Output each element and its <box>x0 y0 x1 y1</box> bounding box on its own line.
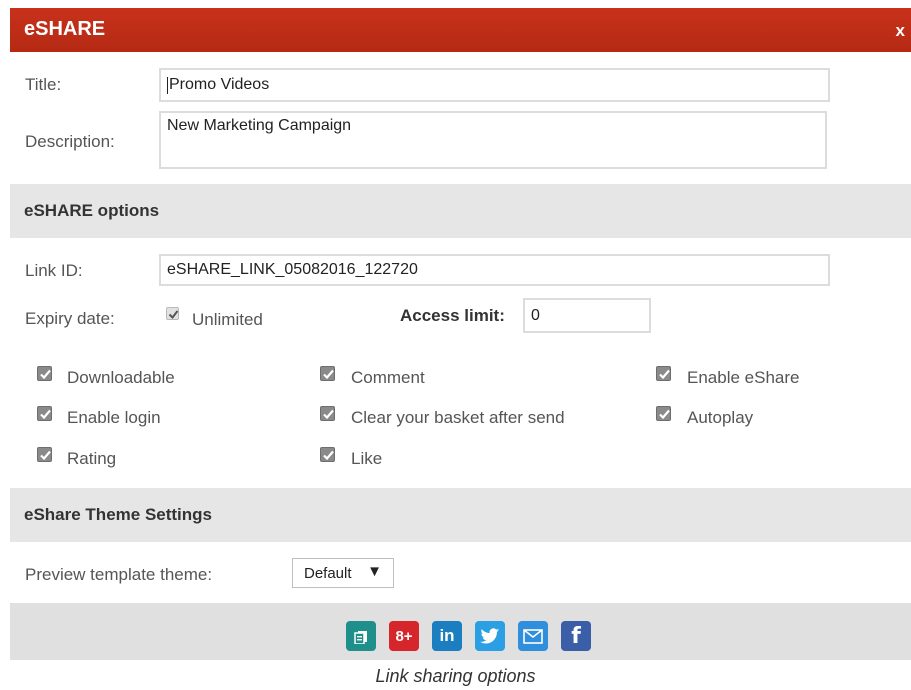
check-icon <box>323 450 334 461</box>
facebook-icon[interactable]: f <box>561 621 591 651</box>
google-plus-icon[interactable]: 8+ <box>389 621 419 651</box>
text-caret <box>167 76 168 94</box>
comment-checkbox[interactable] <box>320 366 335 381</box>
unlimited-label: Unlimited <box>192 310 263 329</box>
enable-login-label: Enable login <box>67 408 161 427</box>
enable-login-checkbox[interactable] <box>37 406 52 421</box>
description-label: Description: <box>25 132 115 151</box>
check-icon <box>168 310 179 320</box>
check-icon <box>659 369 670 380</box>
envelope-glyph <box>523 628 543 644</box>
close-button[interactable]: x <box>896 21 905 41</box>
clear-basket-checkbox[interactable] <box>320 406 335 421</box>
email-icon[interactable] <box>518 621 548 651</box>
check-icon <box>323 409 334 420</box>
rating-label: Rating <box>67 449 117 468</box>
clear-basket-label: Clear your basket after send <box>351 408 565 427</box>
check-icon <box>659 409 670 420</box>
expiry-date-label: Expiry date: <box>25 309 115 328</box>
options-section-header: eSHARE options <box>10 184 911 238</box>
title-label: Title: <box>25 75 62 94</box>
access-limit-value: 0 <box>531 306 540 324</box>
downloadable-label: Downloadable <box>67 368 175 387</box>
like-checkbox[interactable] <box>320 447 335 462</box>
access-limit-label: Access limit: <box>400 306 505 325</box>
options-heading: eSHARE options <box>24 201 160 220</box>
title-input[interactable]: Promo Videos <box>159 68 830 102</box>
title-input-value: Promo Videos <box>169 76 270 93</box>
link-id-input[interactable]: eSHARE_LINK_05082016_122720 <box>159 254 830 286</box>
linkedin-icon[interactable]: in <box>432 621 462 651</box>
enable-eshare-label: Enable eShare <box>687 368 800 387</box>
link-id-label: Link ID: <box>25 261 83 280</box>
autoplay-label: Autoplay <box>687 408 754 427</box>
bird-glyph <box>480 627 500 643</box>
theme-section-header: eShare Theme Settings <box>10 488 911 542</box>
chevron-down-icon: ▼ <box>367 563 382 580</box>
dialog-titlebar: eSHARE x <box>10 8 911 52</box>
autoplay-checkbox[interactable] <box>656 406 671 421</box>
twitter-icon[interactable] <box>475 621 505 651</box>
downloadable-checkbox[interactable] <box>37 366 52 381</box>
enable-eshare-checkbox[interactable] <box>656 366 671 381</box>
check-icon <box>40 450 51 461</box>
unlimited-checkbox[interactable] <box>166 307 179 320</box>
rating-checkbox[interactable] <box>37 447 52 462</box>
theme-heading: eShare Theme Settings <box>24 505 213 524</box>
copy-glyph <box>354 631 367 644</box>
link-id-value: eSHARE_LINK_05082016_122720 <box>167 261 418 278</box>
figure-caption: Link sharing options <box>375 666 536 686</box>
comment-label: Comment <box>351 368 425 387</box>
theme-select[interactable]: Default ▼ <box>292 558 394 588</box>
copy-icon[interactable] <box>346 621 376 651</box>
check-icon <box>323 369 334 380</box>
preview-theme-label: Preview template theme: <box>25 565 213 584</box>
access-limit-input[interactable]: 0 <box>523 298 651 333</box>
dialog-title: eSHARE <box>24 18 106 40</box>
check-icon <box>40 409 51 420</box>
like-label: Like <box>351 449 383 468</box>
description-value: New Marketing Campaign <box>167 117 352 134</box>
theme-select-value: Default <box>304 565 352 582</box>
description-textarea[interactable]: New Marketing Campaign <box>159 111 827 169</box>
check-icon <box>40 369 51 380</box>
